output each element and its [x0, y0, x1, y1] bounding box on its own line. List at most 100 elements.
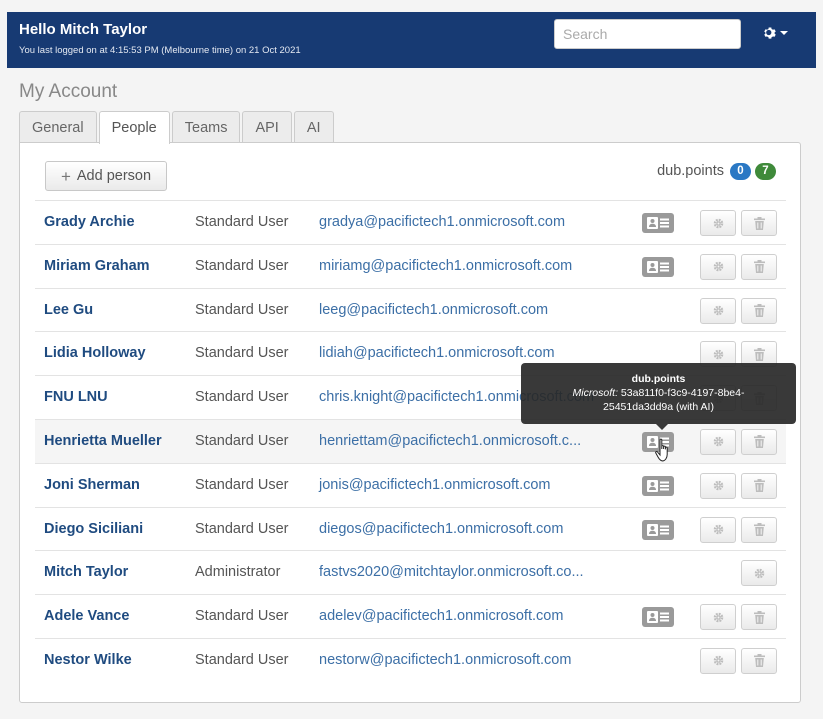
person-email-link[interactable]: jonis@pacifictech1.onmicrosoft.com [319, 477, 551, 493]
points-tooltip: dub.points Microsoft: 53a811f0-f3c9-4197… [521, 363, 796, 430]
person-role: Standard User [195, 345, 289, 362]
delete-button[interactable] [741, 647, 777, 674]
delete-button[interactable] [741, 428, 777, 455]
person-role: Standard User [195, 301, 289, 318]
add-person-label: Add person [76, 168, 152, 184]
gear-icon [712, 654, 725, 667]
gear-icon [712, 435, 725, 448]
settings-button[interactable] [700, 604, 736, 631]
tab-bar: General People Teams API AI [19, 111, 336, 144]
tab-people[interactable]: People [98, 111, 170, 144]
gear-icon [712, 479, 725, 492]
person-name-link[interactable]: Lidia Holloway [44, 345, 146, 361]
contact-card-button[interactable] [642, 475, 674, 496]
contact-card-button[interactable] [642, 213, 674, 233]
points-summary: dub.points 0 7 [657, 161, 776, 181]
search-input[interactable] [554, 19, 741, 49]
person-name-link[interactable]: FNU LNU [44, 389, 108, 405]
tooltip-title: dub.points [631, 373, 686, 385]
trash-icon [753, 435, 765, 449]
person-name-link[interactable]: Henrietta Mueller [44, 433, 162, 449]
gear-icon [712, 611, 725, 624]
settings-button[interactable] [741, 560, 777, 587]
tooltip-line1: 53a811f0-f3c9-4197-8be4- [620, 387, 745, 399]
table-row: Miriam Graham Standard User miriamg@pacifi… [35, 243, 786, 288]
person-role: Administrator [195, 564, 281, 581]
person-email-link[interactable]: gradya@pacifictech1.onmicrosoft.com [319, 214, 565, 230]
points-badge-green: 7 [755, 162, 776, 180]
person-name-link[interactable]: Diego Siciliani [44, 521, 143, 537]
person-name-link[interactable]: Mitch Taylor [44, 564, 128, 580]
person-email-link[interactable]: henriettam@pacifictech1.onmicrosoft.c... [319, 433, 581, 449]
gear-icon [712, 523, 725, 536]
tab-ai[interactable]: AI [293, 111, 334, 143]
person-email-link[interactable]: adelev@pacifictech1.onmicrosoft.com [319, 608, 563, 624]
person-email-link[interactable]: miriamg@pacifictech1.onmicrosoft.com [319, 258, 572, 274]
greeting: Hello Mitch Taylor [19, 21, 148, 38]
tab-general[interactable]: General [19, 111, 97, 143]
person-email-link[interactable]: leeg@pacifictech1.onmicrosoft.com [319, 302, 548, 318]
settings-button[interactable] [700, 472, 736, 499]
table-row: Adele Vance Standard User adelev@pacificte… [35, 594, 786, 638]
contact-card-button[interactable] [642, 607, 674, 628]
settings-menu-button[interactable] [763, 26, 788, 40]
gear-icon [753, 567, 766, 580]
settings-button[interactable] [700, 210, 736, 236]
delete-button[interactable] [741, 472, 777, 499]
person-role: Standard User [195, 608, 289, 625]
top-bar: Hello Mitch Taylor You last logged on at… [7, 12, 816, 68]
contact-card-button[interactable] [642, 256, 674, 277]
settings-button[interactable] [700, 516, 736, 543]
person-name-link[interactable]: Joni Sherman [44, 477, 140, 493]
person-name-link[interactable]: Nestor Wilke [44, 652, 132, 668]
tab-teams[interactable]: Teams [171, 111, 241, 143]
delete-button[interactable] [741, 253, 777, 280]
person-role: Standard User [195, 257, 289, 274]
gear-icon [712, 260, 725, 273]
person-name-link[interactable]: Grady Archie [44, 214, 135, 230]
settings-button[interactable] [700, 428, 736, 455]
settings-button[interactable] [700, 647, 736, 674]
gear-icon [712, 348, 725, 361]
delete-button[interactable] [741, 604, 777, 631]
person-name-link[interactable]: Lee Gu [44, 302, 93, 318]
contact-card-icon [646, 523, 670, 537]
delete-button[interactable] [741, 297, 777, 324]
chevron-down-icon [780, 31, 788, 35]
settings-button[interactable] [700, 253, 736, 280]
table-row: Nestor Wilke Standard User nestorw@pacific… [35, 637, 786, 682]
delete-button[interactable] [741, 516, 777, 543]
points-label: dub.points [657, 163, 724, 179]
person-email-link[interactable]: fastvs2020@mitchtaylor.onmicrosoft.co... [319, 564, 584, 580]
person-email-link[interactable]: nestorw@pacifictech1.onmicrosoft.com [319, 652, 571, 668]
contact-card-icon [646, 260, 670, 274]
table-row: Henrietta Mueller Standard User henriettam… [35, 418, 786, 463]
contact-card-icon [646, 479, 670, 493]
trash-icon [753, 654, 765, 668]
trash-icon [753, 610, 765, 624]
add-person-button[interactable]: + Add person [45, 161, 167, 191]
trash-icon [753, 216, 765, 230]
trash-icon [753, 479, 765, 493]
page-title: My Account [19, 81, 118, 102]
gear-icon [712, 217, 725, 230]
person-role: Standard User [195, 476, 289, 493]
plus-icon: + [60, 166, 71, 186]
person-role: Standard User [195, 520, 289, 537]
tooltip-provider: Microsoft: [572, 387, 618, 399]
delete-button[interactable] [741, 210, 777, 236]
trash-icon [753, 260, 765, 274]
tooltip-line2: 25451da3dd9a (with AI) [603, 401, 714, 413]
tab-api[interactable]: API [242, 111, 292, 143]
person-role: Standard User [195, 432, 289, 449]
person-email-link[interactable]: diegos@pacifictech1.onmicrosoft.com [319, 521, 563, 537]
settings-button[interactable] [700, 297, 736, 324]
trash-icon [753, 347, 765, 361]
person-name-link[interactable]: Miriam Graham [44, 258, 150, 274]
person-email-link[interactable]: lidiah@pacifictech1.onmicrosoft.com [319, 345, 555, 361]
contact-card-button[interactable] [642, 519, 674, 540]
trash-icon [753, 523, 765, 537]
person-name-link[interactable]: Adele Vance [44, 608, 129, 624]
person-role: Standard User [195, 389, 289, 406]
contact-card-icon [646, 216, 670, 230]
